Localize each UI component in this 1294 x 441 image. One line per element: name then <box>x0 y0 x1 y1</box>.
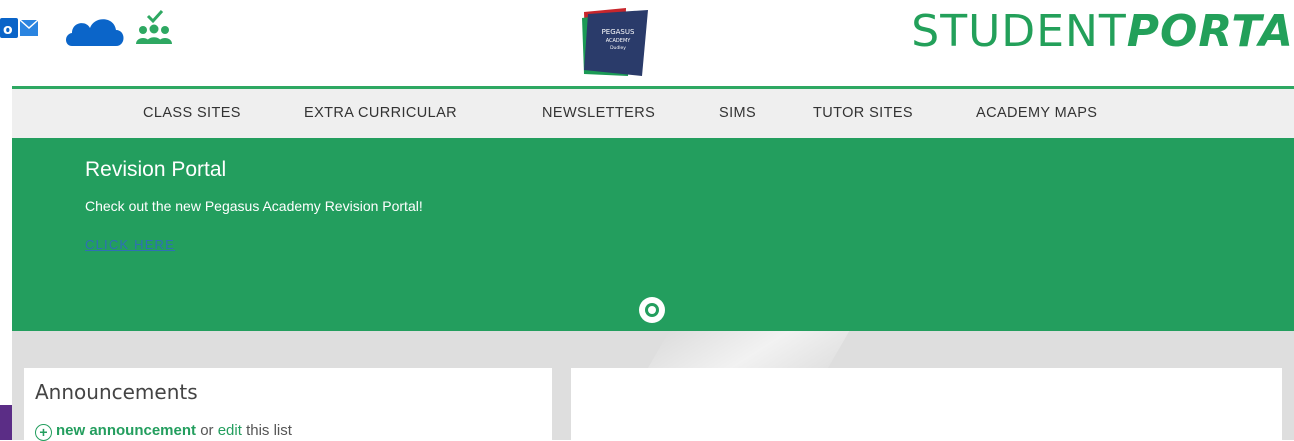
portal-title-bold: PORTA <box>1126 6 1294 57</box>
logo-line-1: PEGASUS <box>602 28 635 36</box>
announcements-title: Announcements <box>35 380 198 404</box>
nav-academy-maps[interactable]: ACADEMY MAPS <box>976 89 1097 137</box>
header-bar: o PEGASUS ACADEMY Dudley STUDENTPORTA <box>0 0 1294 86</box>
slide-indicator[interactable] <box>639 297 665 323</box>
portal-title: STUDENTPORTA <box>911 2 1294 62</box>
this-list-text: this list <box>241 422 292 439</box>
purple-edge-tab <box>0 405 12 440</box>
logo-line-3: Dudley <box>610 45 626 51</box>
banner-title: Revision Portal <box>85 158 227 181</box>
svg-text:o: o <box>3 22 13 38</box>
or-text: or <box>196 422 218 439</box>
people-check-icon[interactable] <box>134 8 174 48</box>
click-here-link[interactable]: CLICK HERE <box>85 237 175 252</box>
banner-text: Check out the new Pegasus Academy Revisi… <box>85 198 423 214</box>
hero-banner: Revision Portal Check out the new Pegasu… <box>12 138 1294 331</box>
announcements-actions: + new announcement or edit this list <box>35 422 292 441</box>
right-panel <box>571 368 1282 440</box>
nav-extra-curricular[interactable]: EXTRA CURRICULAR <box>304 89 457 137</box>
announcements-panel: Announcements + new announcement or edit … <box>24 368 552 441</box>
add-icon[interactable]: + <box>35 424 52 441</box>
nav-tutor-sites[interactable]: TUTOR SITES <box>813 89 913 137</box>
nav-class-sites[interactable]: CLASS SITES <box>143 89 241 137</box>
logo-line-2: ACADEMY <box>606 38 632 44</box>
onedrive-icon[interactable] <box>64 10 126 50</box>
outlook-icon[interactable]: o <box>0 14 40 42</box>
new-announcement-link[interactable]: new announcement <box>56 422 196 439</box>
edit-list-link[interactable]: edit <box>218 422 242 439</box>
nav-newsletters[interactable]: NEWSLETTERS <box>542 89 655 137</box>
pegasus-academy-logo[interactable]: PEGASUS ACADEMY Dudley <box>576 4 656 78</box>
nav-sims[interactable]: SIMS <box>719 89 756 137</box>
main-nav: CLASS SITES EXTRA CURRICULAR NEWSLETTERS… <box>12 86 1294 138</box>
portal-title-regular: STUDENT <box>911 6 1127 57</box>
